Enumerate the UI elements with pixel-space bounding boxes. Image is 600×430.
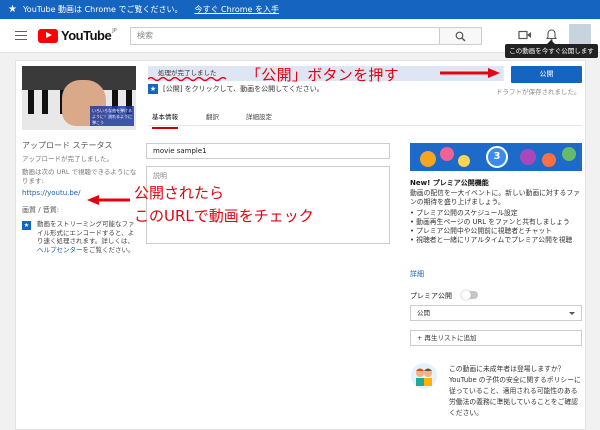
kids-safety-text: この動画に未成年者は登場しますか？ YouTube の子供の安全に関するポリシー… bbox=[449, 365, 581, 417]
video-camera-icon[interactable] bbox=[518, 29, 532, 41]
logo-text: YouTube bbox=[61, 28, 112, 43]
search-button[interactable] bbox=[440, 27, 482, 45]
draft-saved-text: ドラフトが保存されました。 bbox=[496, 88, 581, 96]
premiere-toggle-label: プレミア公開 bbox=[410, 292, 452, 300]
play-logo-icon bbox=[38, 28, 58, 43]
infobar-message: YouTube 動画は Chrome でご覧ください。 bbox=[22, 5, 183, 14]
quality-panel: 画質 / 音質: ★ 動画をストリーミング可能なファイル形式にエンコードすると、… bbox=[22, 205, 140, 254]
upload-status-title: アップロード ステータス bbox=[22, 141, 113, 150]
banner-decoration bbox=[458, 155, 470, 167]
tab-translation[interactable]: 翻訳 bbox=[206, 111, 219, 121]
list-item: • 動画再生ページの URL をファンと共有しましょう bbox=[410, 218, 570, 226]
title-input[interactable]: movie sample1 bbox=[146, 143, 390, 159]
banner-decoration bbox=[440, 147, 454, 161]
thumbnail-caption: いろいろな曲を弾けるように！流れるように弾こう bbox=[90, 106, 134, 126]
publish-instruction: ★ [公開] をクリックして、動画を公開してください。 bbox=[148, 84, 324, 94]
upload-done-text: アップロードが完了しました。 bbox=[22, 155, 113, 163]
search-input[interactable]: 検索 bbox=[130, 27, 440, 45]
tab-bar: 基本情報 翻訳 詳細設定 bbox=[148, 106, 582, 129]
publish-tooltip: この動画を今すぐ公開します bbox=[505, 40, 598, 58]
black-key bbox=[42, 90, 48, 114]
black-key bbox=[28, 90, 34, 114]
star-icon: ★ bbox=[8, 4, 17, 15]
logo-region: JP bbox=[112, 27, 117, 34]
premiere-banner: 3 bbox=[410, 143, 582, 171]
url-note: 動画は次の URL で視聴できるようになります: bbox=[22, 168, 137, 185]
publish-button[interactable]: 公開 bbox=[511, 66, 582, 83]
info-star-icon: ★ bbox=[22, 221, 31, 230]
premiere-details-link[interactable]: 詳細 bbox=[410, 269, 424, 279]
quality-title: 画質 / 音質: bbox=[22, 206, 60, 214]
quality-text-part1: 動画をストリーミング可能なファイル形式にエンコードすると、より速く処理されます。… bbox=[37, 220, 135, 245]
url-callout-line2: このURLで動画をチェック bbox=[134, 207, 314, 225]
add-playlist-button[interactable]: + 再生リストに追加 bbox=[410, 330, 582, 346]
premiere-toggle[interactable] bbox=[461, 290, 478, 300]
list-item: • プレミア公開中や公開前に視聴者とチャット bbox=[410, 227, 553, 235]
instruction-text: [公開] をクリックして、動画を公開してください。 bbox=[163, 85, 324, 93]
premiere-title: New! プレミア公開機能 bbox=[410, 179, 489, 187]
quality-text-part2: をご覧ください。 bbox=[82, 245, 135, 254]
quality-text: 動画をストリーミング可能なファイル形式にエンコードすると、より速く処理されます。… bbox=[37, 220, 140, 254]
chrome-infobar: ★ YouTube 動画は Chrome でご覧ください。 今すぐ Chrome… bbox=[0, 0, 600, 19]
upload-status-panel: アップロード ステータス アップロードが完了しました。 動画は次の URL で視… bbox=[22, 140, 140, 197]
arrow-right-icon bbox=[440, 68, 500, 78]
visibility-select[interactable]: 公開 bbox=[410, 305, 582, 321]
publish-callout: 「公開」ボタンを押す bbox=[246, 66, 400, 84]
premiere-feature-list: • プレミア公開のスケジュール設定 • 動画再生ページの URL をファンと共有… bbox=[410, 209, 582, 245]
avatar[interactable] bbox=[569, 24, 591, 46]
list-item: • プレミア公開のスケジュール設定 bbox=[410, 209, 518, 217]
url-callout-line1: 公開されたら bbox=[134, 184, 225, 202]
chevron-down-icon bbox=[569, 312, 575, 315]
wavy-underline bbox=[148, 76, 227, 82]
arrow-left-icon bbox=[87, 195, 130, 205]
list-item: • 視聴者と一緒にリアルタイムでプレミア公開を視聴 bbox=[410, 236, 573, 244]
menu-icon[interactable] bbox=[15, 31, 27, 40]
youtube-logo[interactable]: YouTube JP bbox=[38, 28, 117, 43]
search-icon bbox=[455, 31, 466, 42]
tab-advanced[interactable]: 詳細設定 bbox=[246, 111, 272, 121]
help-center-link[interactable]: ヘルプセンター bbox=[37, 246, 83, 254]
visibility-value: 公開 bbox=[417, 309, 430, 317]
get-chrome-link[interactable]: 今すぐ Chrome を入手 bbox=[195, 4, 279, 15]
tab-basic-info[interactable]: 基本情報 bbox=[152, 111, 178, 129]
banner-decoration bbox=[420, 151, 436, 167]
banner-decoration bbox=[562, 147, 576, 161]
video-thumbnail: いろいろな曲を弾けるように！流れるように弾こう bbox=[22, 66, 136, 130]
star-icon: ★ bbox=[148, 84, 158, 94]
children-icon bbox=[411, 363, 437, 389]
countdown-badge: 3 bbox=[486, 146, 508, 168]
premiere-body: 動画の配信を一大イベントに。新しい動画に対するファンの期待を盛り上げましょう。 bbox=[410, 189, 580, 206]
banner-decoration bbox=[520, 149, 536, 165]
banner-decoration bbox=[542, 153, 556, 167]
